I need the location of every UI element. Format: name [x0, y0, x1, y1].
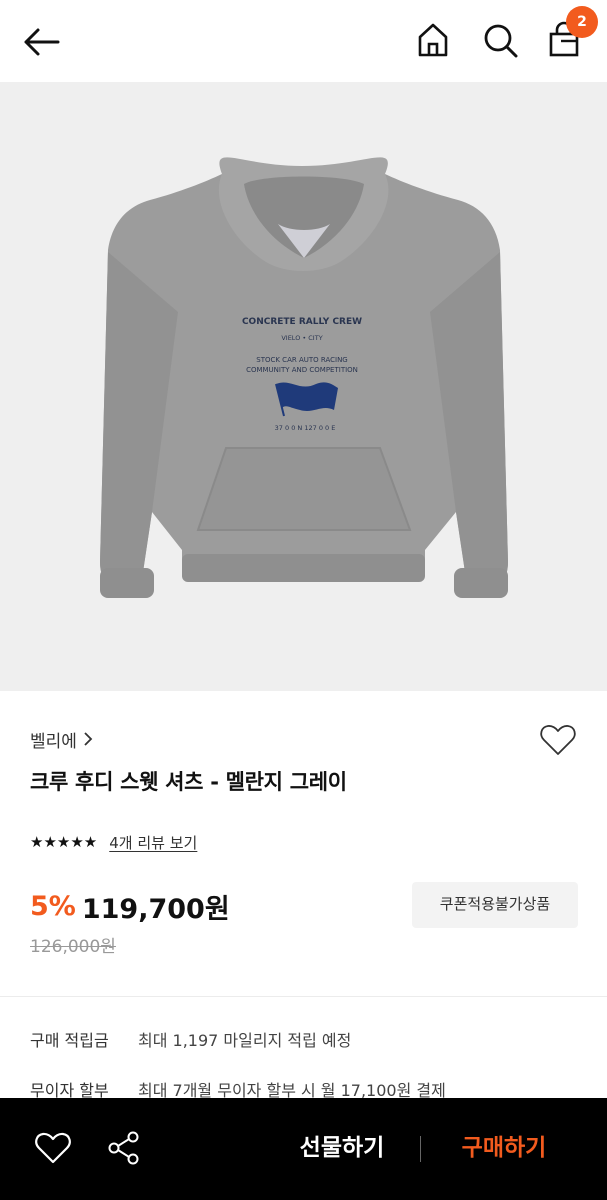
- buy-button[interactable]: 구매하기: [444, 1126, 564, 1170]
- mileage-row: 구매 적립금 최대 1,197 마일리지 적립 예정: [30, 1024, 351, 1054]
- print-line-3: STOCK CAR AUTO RACING: [256, 356, 347, 364]
- top-bar: 2: [0, 0, 607, 82]
- chevron-right-icon: [84, 732, 93, 746]
- home-icon[interactable]: [414, 20, 452, 60]
- back-arrow-icon[interactable]: [20, 22, 62, 62]
- product-image[interactable]: CONCRETE RALLY CREW VIELO • CITY STOCK C…: [0, 82, 607, 691]
- share-icon[interactable]: [106, 1130, 142, 1166]
- search-icon[interactable]: [480, 20, 520, 60]
- mileage-value: 최대 1,197 마일리지 적립 예정: [138, 1031, 352, 1050]
- divider: [0, 996, 607, 997]
- price-row: 5% 119,700원: [30, 884, 230, 928]
- divider: [420, 1136, 421, 1162]
- star-rating-icon: ★★★★★: [30, 833, 98, 851]
- print-line-1: CONCRETE RALLY CREW: [242, 317, 362, 327]
- mileage-label: 구매 적립금: [30, 1031, 109, 1050]
- heart-outline-icon[interactable]: [538, 720, 578, 760]
- hoodie-illustration: CONCRETE RALLY CREW VIELO • CITY STOCK C…: [100, 157, 508, 598]
- product-page: 2 CONCRETE RALLY CREW VIELO • CITY STOCK…: [0, 0, 607, 1200]
- brand-name: 벨리에: [30, 731, 77, 752]
- gift-button[interactable]: 선물하기: [282, 1126, 402, 1170]
- original-price: 126,000원: [30, 937, 116, 957]
- coupon-button[interactable]: 쿠폰적용불가상품: [412, 882, 578, 928]
- product-title: 크루 후디 스웻 셔츠 - 멜란지 그레이: [30, 770, 347, 794]
- review-link[interactable]: 4개 리뷰 보기: [109, 832, 197, 853]
- heart-icon[interactable]: [34, 1130, 72, 1166]
- sale-price: 119,700원: [81, 893, 230, 925]
- print-line-4: COMMUNITY AND COMPETITION: [246, 366, 358, 374]
- rating-row: ★★★★★ 4개 리뷰 보기: [30, 828, 197, 856]
- bottom-action-bar: 선물하기 구매하기: [0, 1098, 607, 1200]
- discount-rate: 5%: [30, 890, 76, 922]
- brand-link[interactable]: 벨리에: [30, 724, 93, 754]
- print-line-2: VIELO • CITY: [281, 334, 322, 342]
- print-line-5: 37 0 0 N 127 0 0 E: [275, 424, 336, 432]
- cart-count-badge: 2: [566, 6, 598, 38]
